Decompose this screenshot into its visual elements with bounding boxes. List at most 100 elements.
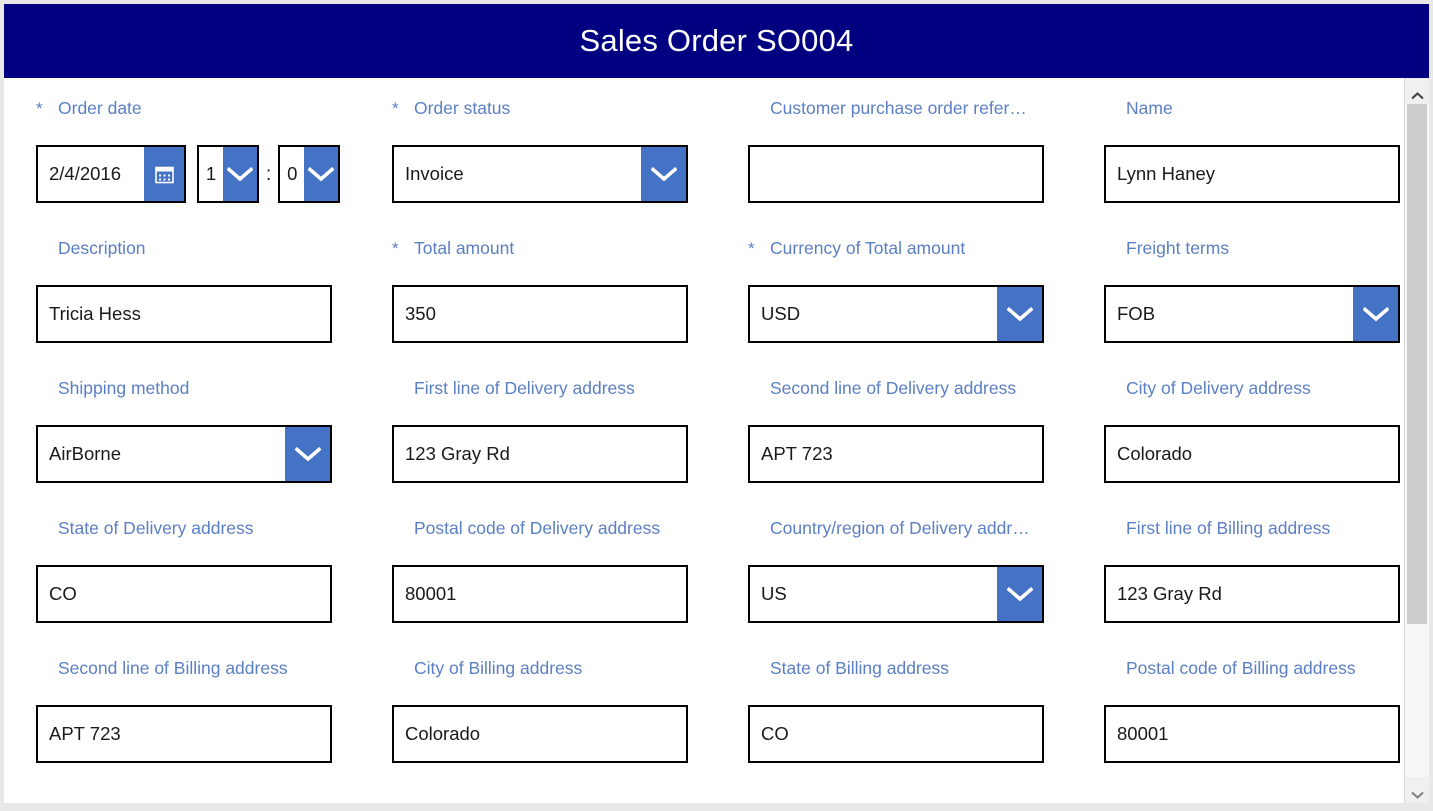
field-label: City of Billing address <box>414 658 583 678</box>
scrollbar-track[interactable] <box>1405 104 1429 777</box>
city-of-delivery-address-value: Colorado <box>1117 443 1193 464</box>
field-label: Customer purchase order refer… <box>770 98 1027 118</box>
order-hour-select[interactable]: 1 <box>197 145 259 203</box>
combobox-control-group: FOB <box>1104 285 1404 343</box>
textbox-control-group: CO <box>748 705 1104 763</box>
combobox-control-group: USD <box>748 285 1104 343</box>
vertical-scrollbar[interactable] <box>1404 78 1429 803</box>
scroll-down-button[interactable] <box>1405 777 1429 803</box>
freight-terms-combobox[interactable]: FOB <box>1104 285 1400 343</box>
field-country-region-of-delivery-address: Country/region of Delivery addr… US <box>748 516 1104 656</box>
textbox-control-group: APT 723 <box>748 425 1104 483</box>
field-label-row: Name <box>1104 96 1404 122</box>
required-marker: * <box>36 99 43 118</box>
field-label: Order status <box>414 98 511 118</box>
chevron-down-icon <box>1362 306 1389 322</box>
field-label: Name <box>1126 98 1173 118</box>
app-window: Sales Order SO004 * Order date 2/4/2016 1:0… <box>0 0 1433 811</box>
form-scroll-region: * Order date 2/4/2016 1:0 * Order status Invoi… <box>4 78 1404 803</box>
state-of-delivery-address-input[interactable]: CO <box>36 565 332 623</box>
page-title: Sales Order SO004 <box>579 23 854 58</box>
customer-purchase-order-reference-input[interactable] <box>748 145 1044 203</box>
field-label: Shipping method <box>58 378 190 398</box>
field-total-amount: * Total amount 350 <box>392 236 748 376</box>
postal-code-of-delivery-address-input[interactable]: 80001 <box>392 565 688 623</box>
order-status-dropdown-button[interactable] <box>641 147 686 201</box>
field-postal-code-of-delivery-address: Postal code of Delivery address 80001 <box>392 516 748 656</box>
country-region-of-delivery-address-value: US <box>761 583 787 604</box>
field-label: State of Delivery address <box>58 518 254 538</box>
second-line-of-billing-address-input[interactable]: APT 723 <box>36 705 332 763</box>
field-order-date: * Order date 2/4/2016 1:0 <box>36 96 392 236</box>
city-of-delivery-address-input[interactable]: Colorado <box>1104 425 1400 483</box>
state-of-delivery-address-value: CO <box>49 583 77 604</box>
field-label-row: First line of Billing address <box>1104 516 1404 542</box>
field-label: First line of Delivery address <box>414 378 635 398</box>
field-label-row: Country/region of Delivery addr… <box>748 516 1104 542</box>
textbox-control-group <box>748 145 1104 203</box>
state-of-billing-address-input[interactable]: CO <box>748 705 1044 763</box>
field-label-row: * Order status <box>392 96 748 122</box>
field-first-line-of-billing-address: First line of Billing address 123 Gray Rd <box>1104 516 1404 656</box>
textbox-control-group: 123 Gray Rd <box>1104 565 1404 623</box>
chevron-down-icon <box>227 166 253 182</box>
state-of-billing-address-value: CO <box>761 723 789 744</box>
city-of-billing-address-value: Colorado <box>405 723 481 744</box>
time-separator: : <box>266 163 272 185</box>
textbox-control-group: CO <box>36 565 392 623</box>
hour-dropdown-button[interactable] <box>223 147 257 201</box>
postal-code-of-billing-address-input[interactable]: 80001 <box>1104 705 1400 763</box>
field-label: Freight terms <box>1126 238 1230 258</box>
field-label: Second line of Billing address <box>58 658 288 678</box>
second-line-of-delivery-address-input[interactable]: APT 723 <box>748 425 1044 483</box>
order-date-input[interactable]: 2/4/2016 <box>36 145 186 203</box>
textbox-control-group: 123 Gray Rd <box>392 425 748 483</box>
field-customer-purchase-order-reference: Customer purchase order refer… <box>748 96 1104 236</box>
country-region-of-delivery-address-combobox[interactable]: US <box>748 565 1044 623</box>
order-hour-value: 1 <box>205 163 217 184</box>
currency-of-total-amount-combobox[interactable]: USD <box>748 285 1044 343</box>
field-first-line-of-delivery-address: First line of Delivery address 123 Gray R… <box>392 376 748 516</box>
calendar-picker-button[interactable] <box>144 147 184 201</box>
first-line-of-billing-address-input[interactable]: 123 Gray Rd <box>1104 565 1400 623</box>
order-minute-select[interactable]: 0 <box>278 145 341 203</box>
name-value: Lynn Haney <box>1117 163 1216 184</box>
currency-of-total-amount-dropdown-button[interactable] <box>997 287 1042 341</box>
textbox-control-group: 80001 <box>392 565 748 623</box>
first-line-of-billing-address-value: 123 Gray Rd <box>1117 583 1222 604</box>
city-of-billing-address-input[interactable]: Colorado <box>392 705 688 763</box>
combobox-control-group: Invoice <box>392 145 748 203</box>
scrollbar-thumb[interactable] <box>1407 104 1427 624</box>
shipping-method-combobox[interactable]: AirBorne <box>36 425 332 483</box>
country-region-of-delivery-address-dropdown-button[interactable] <box>997 567 1042 621</box>
chevron-down-icon <box>1006 586 1033 602</box>
field-label: Postal code of Billing address <box>1126 658 1356 678</box>
calendar-icon <box>154 165 174 184</box>
first-line-of-delivery-address-input[interactable]: 123 Gray Rd <box>392 425 688 483</box>
field-description: Description Tricia Hess <box>36 236 392 376</box>
scroll-up-button[interactable] <box>1405 78 1429 104</box>
total-amount-input[interactable]: 350 <box>392 285 688 343</box>
field-label: Description <box>58 238 146 258</box>
field-label-row: First line of Delivery address <box>392 376 748 402</box>
shipping-method-dropdown-button[interactable] <box>285 427 330 481</box>
required-marker: * <box>392 239 399 258</box>
field-label-row: City of Billing address <box>392 656 748 682</box>
field-label-row: Postal code of Billing address <box>1104 656 1404 682</box>
order-status-combobox[interactable]: Invoice <box>392 145 688 203</box>
chevron-down-icon <box>650 166 677 182</box>
field-state-of-billing-address: State of Billing address CO <box>748 656 1104 796</box>
description-input[interactable]: Tricia Hess <box>36 285 332 343</box>
freight-terms-dropdown-button[interactable] <box>1353 287 1398 341</box>
minute-dropdown-button[interactable] <box>304 147 339 201</box>
field-label: Total amount <box>414 238 515 258</box>
field-label-row: Shipping method <box>36 376 392 402</box>
name-input[interactable]: Lynn Haney <box>1104 145 1400 203</box>
field-order-status: * Order status Invoice <box>392 96 748 236</box>
field-label-row: Customer purchase order refer… <box>748 96 1104 122</box>
textbox-control-group: APT 723 <box>36 705 392 763</box>
field-label-row: State of Delivery address <box>36 516 392 542</box>
field-label-row: * Currency of Total amount <box>748 236 1104 262</box>
postal-code-of-delivery-address-value: 80001 <box>405 583 457 604</box>
field-city-of-delivery-address: City of Delivery address Colorado <box>1104 376 1404 516</box>
